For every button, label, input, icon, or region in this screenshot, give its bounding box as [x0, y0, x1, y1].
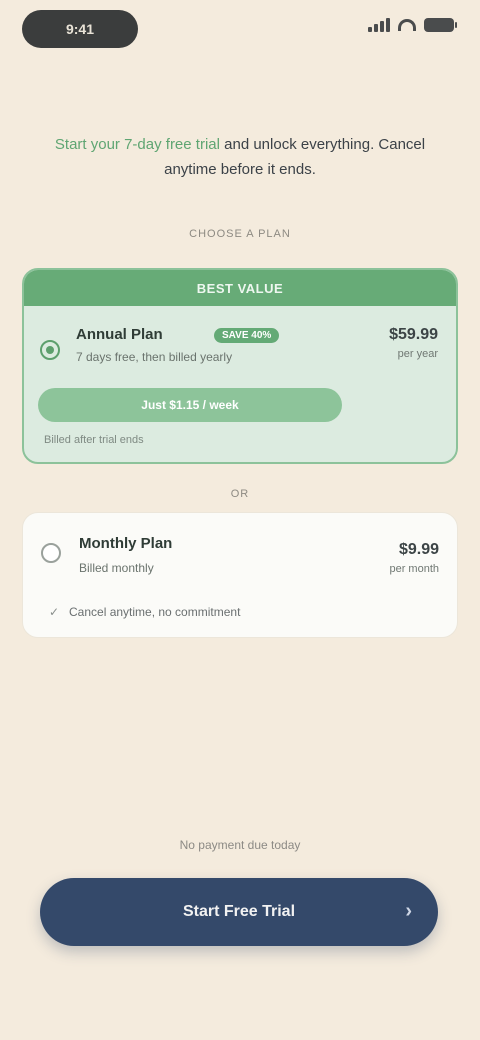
plan-card-annual[interactable]: BEST VALUE Annual Plan SAVE 40% 7 days f…	[22, 268, 458, 464]
weekly-price-pill: Just $1.15 / week	[38, 388, 342, 422]
status-bar: 9:41	[0, 0, 480, 60]
arrow-right-icon: ›	[405, 900, 412, 922]
feature-row: ✓ Cancel anytime, no commitment	[47, 605, 240, 619]
signal-icon	[368, 18, 390, 32]
intro-highlight: Start your 7-day free trial	[54, 136, 220, 153]
plan-name: Monthly Plan	[79, 535, 173, 552]
start-trial-button[interactable]: Start Free Trial ›	[40, 878, 438, 946]
check-icon: ✓	[48, 605, 60, 619]
status-icons	[368, 18, 457, 32]
wifi-icon	[398, 19, 416, 31]
plan-price: $59.99	[389, 326, 438, 343]
save-badge: SAVE 40%	[214, 328, 280, 343]
best-value-banner: BEST VALUE	[24, 270, 456, 306]
plan-name: Annual Plan	[76, 326, 163, 343]
cta-label: Start Free Trial	[182, 903, 296, 920]
battery-icon	[424, 18, 457, 32]
payment-note: No payment due today	[179, 838, 301, 852]
plan-price-sub: per month	[389, 563, 439, 575]
radio-unselected-icon[interactable]	[41, 543, 61, 563]
plan-price-sub: per year	[397, 348, 438, 360]
plan-subtitle: Billed monthly	[79, 561, 154, 575]
intro-text: Start your 7-day free trial and unlock e…	[50, 132, 430, 182]
plan-price: $9.99	[398, 541, 439, 558]
or-label: or	[230, 488, 250, 500]
plan-subtitle: 7 days free, then billed yearly	[76, 350, 233, 364]
trial-note: Billed after trial ends	[44, 434, 144, 446]
choose-plan-label: Choose a plan	[189, 228, 291, 240]
radio-selected-icon[interactable]	[40, 340, 60, 360]
plan-card-monthly[interactable]: Monthly Plan Billed monthly $9.99 per mo…	[22, 512, 458, 638]
status-time: 9:41	[22, 10, 138, 48]
feature-text: Cancel anytime, no commitment	[69, 605, 241, 619]
